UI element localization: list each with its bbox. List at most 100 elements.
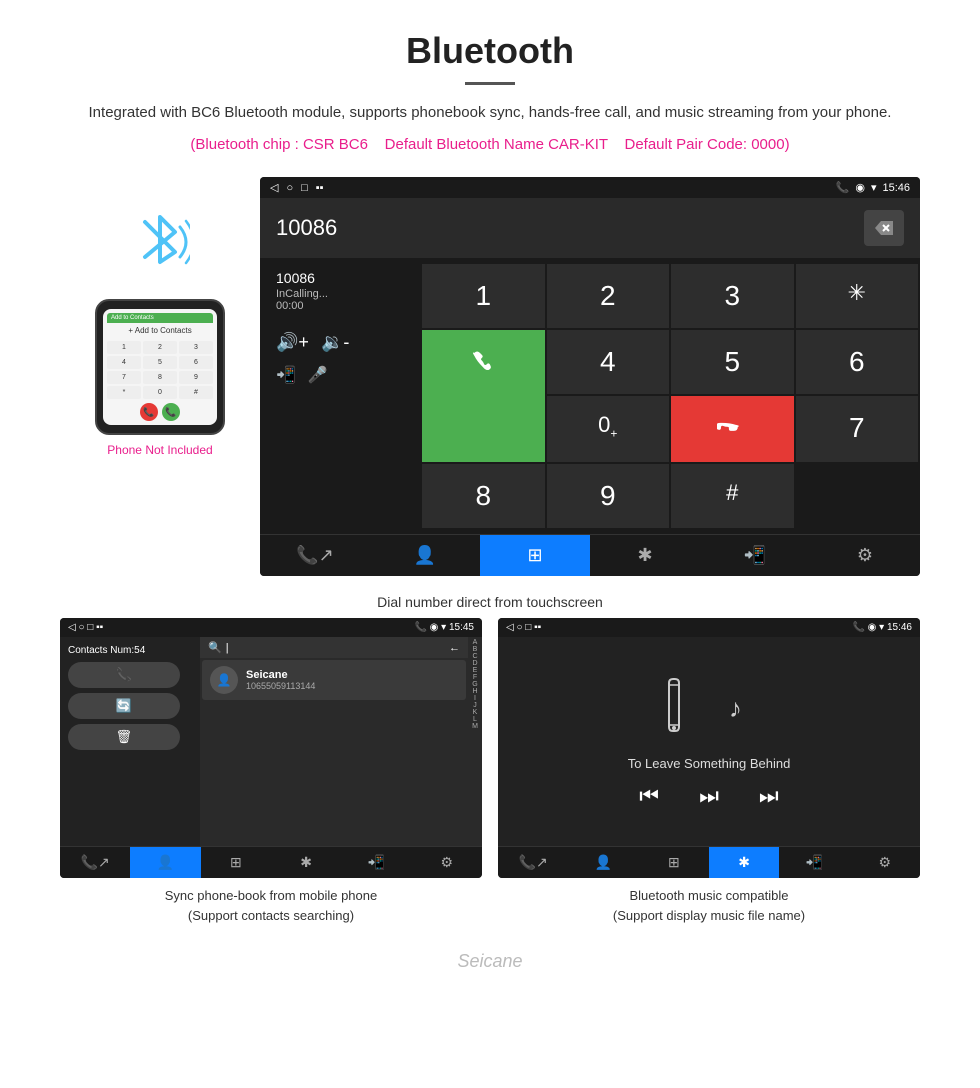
contact-number: 10655059113144 [246, 681, 315, 691]
dial-number-display: 10086 [276, 215, 864, 241]
alpha-m[interactable]: M [472, 723, 478, 730]
play-pause-button[interactable]: ⏭ [699, 783, 719, 809]
search-input[interactable] [226, 642, 445, 654]
nav-bluetooth[interactable]: ✱ [590, 535, 700, 576]
main-caption: Dial number direct from touchscreen [0, 586, 980, 618]
key-2[interactable]: 2 [547, 264, 670, 328]
svg-text:♪: ♪ [729, 693, 742, 723]
nav-call[interactable]: 📞↗ [260, 535, 370, 576]
prev-track-button[interactable]: ⏮ [639, 783, 659, 809]
dial-nav-bar: 📞↗ 👤 ⊞ ✱ 📲 ⚙ [260, 534, 920, 576]
alpha-e[interactable]: E [473, 667, 478, 674]
default-name: Default Bluetooth Name CAR-KIT [385, 136, 608, 153]
contacts-nav-settings[interactable]: ⚙ [412, 847, 482, 878]
music-status-left: ◁ ○ □ ▪▪ [506, 622, 541, 633]
music-nav-bar: 📞↗ 👤 ⊞ ✱ 📲 ⚙ [498, 846, 920, 878]
page-title: Bluetooth [60, 30, 920, 72]
key-1[interactable]: 1 [422, 264, 545, 328]
key-6[interactable]: 6 [796, 330, 919, 394]
mute-icon[interactable]: 🎤 [308, 365, 328, 385]
transfer-icon[interactable]: 📲 [276, 365, 296, 385]
music-nav-call[interactable]: 📞↗ [498, 847, 568, 878]
contacts-caption: Sync phone-book from mobile phone (Suppo… [60, 886, 482, 925]
back-icon: ◁ [270, 181, 278, 194]
nav-contacts[interactable]: 👤 [370, 535, 480, 576]
bluetooth-info: (Bluetooth chip : CSR BC6 Default Blueto… [60, 133, 920, 157]
contacts-status-bar: ◁ ○ □ ▪▪ 📞 ◉ ▾ 15:45 [60, 618, 482, 637]
search-icon: 🔍 [208, 641, 222, 654]
music-nav-settings[interactable]: ⚙ [850, 847, 920, 878]
alpha-c[interactable]: C [472, 653, 477, 660]
contacts-num: Contacts Num:54 [68, 645, 192, 656]
music-nav-bluetooth[interactable]: ✱ [709, 847, 779, 878]
music-track-name: To Leave Something Behind [628, 756, 791, 771]
contacts-nav-transfer[interactable]: 📲 [341, 847, 411, 878]
alpha-b[interactable]: B [473, 646, 478, 653]
location-icon: ◉ [855, 181, 865, 194]
contacts-list-panel: 🔍 ← 👤 Seicane 10655059113144 [200, 637, 468, 846]
nav-keypad[interactable]: ⊞ [480, 535, 590, 576]
nav-transfer[interactable]: 📲 [700, 535, 810, 576]
contacts-status-right: 📞 ◉ ▾ 15:45 [414, 622, 474, 633]
call-timer: 00:00 [276, 300, 420, 312]
home-icon: ○ [286, 182, 293, 194]
android-dial-screen: ◁ ○ □ ▪▪ 📞 ◉ ▾ 15:46 10086 10086 InCal [260, 177, 920, 576]
key-4[interactable]: 4 [547, 330, 670, 394]
alpha-j[interactable]: J [473, 702, 477, 709]
default-pair: Default Pair Code: 0000) [624, 136, 789, 153]
contacts-nav-contacts[interactable]: 👤 [130, 847, 200, 878]
call-number-display: 10086 [276, 270, 420, 286]
call-status-area: 10086 InCalling... 00:00 🔊+ 🔉- 📲 🎤 [260, 262, 420, 530]
contact-item[interactable]: 👤 Seicane 10655059113144 [202, 660, 466, 700]
key-9[interactable]: 9 [547, 464, 670, 528]
contacts-nav-keypad[interactable]: ⊞ [201, 847, 271, 878]
call-answer-button[interactable] [422, 330, 545, 462]
key-7[interactable]: 7 [796, 396, 919, 462]
alpha-k[interactable]: K [473, 709, 478, 716]
sync-button[interactable]: 🔄 [68, 693, 180, 719]
alpha-l[interactable]: L [473, 716, 477, 723]
contact-name: Seicane [246, 669, 315, 681]
backspace-icon[interactable]: ← [449, 642, 460, 654]
volume-up-icon[interactable]: 🔊+ [276, 332, 309, 353]
music-phone-icon [657, 675, 717, 744]
alpha-d[interactable]: D [472, 660, 477, 667]
incalling-label: InCalling... [276, 288, 420, 300]
alpha-f[interactable]: F [473, 674, 477, 681]
next-track-button[interactable]: ⏭ [759, 783, 779, 809]
alpha-g[interactable]: G [472, 681, 477, 688]
status-left: ◁ ○ □ ▪▪ [270, 181, 324, 194]
key-star[interactable]: ✳ [796, 264, 919, 328]
nav-settings[interactable]: ⚙ [810, 535, 920, 576]
status-bar: ◁ ○ □ ▪▪ 📞 ◉ ▾ 15:46 [260, 177, 920, 198]
key-5[interactable]: 5 [671, 330, 794, 394]
watermark-text: Seicane [457, 951, 522, 971]
bottom-captions: Sync phone-book from mobile phone (Suppo… [0, 878, 980, 945]
music-status-right: 📞 ◉ ▾ 15:46 [852, 622, 912, 633]
key-0plus[interactable]: 0+ [547, 396, 670, 462]
key-8[interactable]: 8 [422, 464, 545, 528]
chip-info: (Bluetooth chip : CSR BC6 [190, 136, 368, 153]
alpha-h[interactable]: H [472, 688, 477, 695]
volume-down-icon[interactable]: 🔉- [321, 332, 349, 353]
call-end-button[interactable] [671, 396, 794, 462]
key-hash[interactable]: # [671, 464, 794, 528]
key-3[interactable]: 3 [671, 264, 794, 328]
call-button[interactable]: 📞 [68, 662, 180, 688]
music-nav-contacts[interactable]: 👤 [568, 847, 638, 878]
page-header: Bluetooth Integrated with BC6 Bluetooth … [0, 0, 980, 167]
music-nav-transfer[interactable]: 📲 [779, 847, 849, 878]
music-caption-line2: (Support display music file name) [498, 906, 920, 926]
backspace-button[interactable] [864, 210, 904, 246]
music-status-bar: ◁ ○ □ ▪▪ 📞 ◉ ▾ 15:46 [498, 618, 920, 637]
header-description: Integrated with BC6 Bluetooth module, su… [60, 101, 920, 125]
music-nav-keypad[interactable]: ⊞ [639, 847, 709, 878]
contacts-nav-call[interactable]: 📞↗ [60, 847, 130, 878]
alpha-i[interactable]: I [474, 695, 476, 702]
delete-button[interactable]: 🗑 [68, 724, 180, 750]
alpha-a[interactable]: A [473, 639, 478, 646]
contacts-nav-bluetooth[interactable]: ✱ [271, 847, 341, 878]
contacts-body: Contacts Num:54 📞 🔄 🗑 🔍 ← 👤 Seicane 1065… [60, 637, 482, 846]
bluetooth-wave-icon [130, 207, 190, 289]
contact-avatar: 👤 [210, 666, 238, 694]
